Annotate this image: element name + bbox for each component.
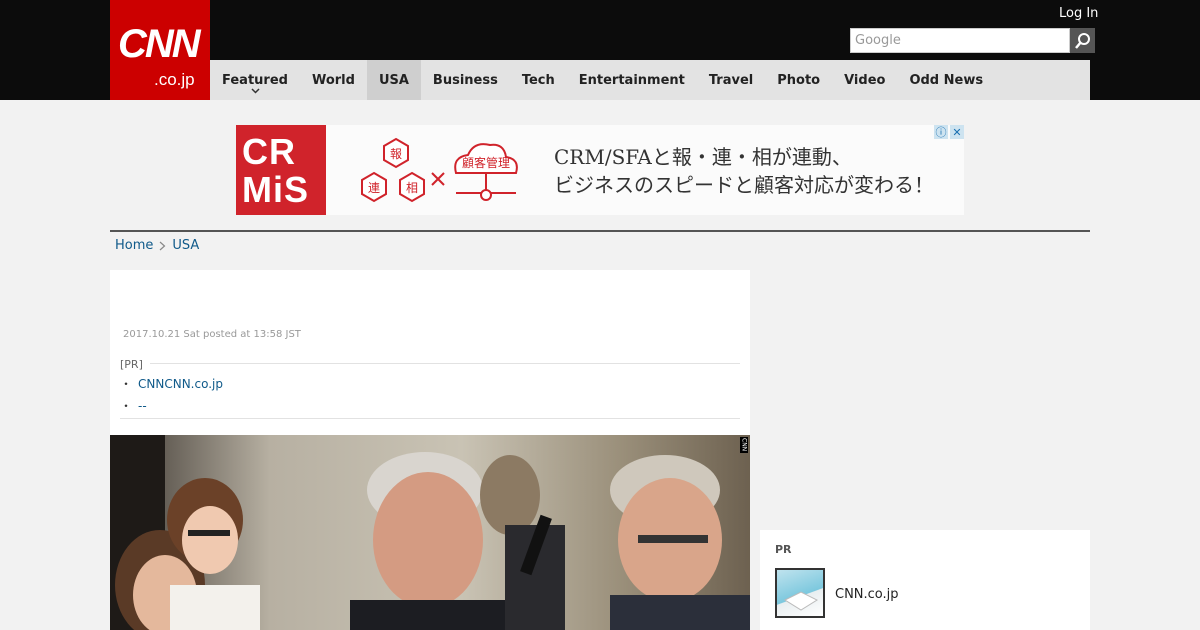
nav-item-usa[interactable]: USA [366, 60, 421, 100]
nav-label: USA [378, 72, 409, 88]
logo-sub-text: .co.jp [154, 70, 195, 89]
ad-copy: CRM/SFAと報・連・相が連動、 ビジネスのスピードと顧客対応が変わる！ [554, 143, 934, 199]
pr-item-link[interactable]: CNN.co.jp [835, 587, 899, 602]
ad-copy-line1: CRM/SFAと報・連・相が連動、 [554, 145, 852, 169]
nav-item-featured[interactable]: Featured [210, 60, 300, 100]
search-input[interactable] [850, 28, 1070, 53]
news-photo-image [110, 435, 750, 630]
breadcrumb-home[interactable]: Home [115, 238, 153, 253]
ad-brand-logo: CR MiS [236, 125, 326, 215]
sidebar-pr-title: PR [775, 543, 792, 556]
ad-logo-line1: CR [242, 131, 296, 172]
section-divider [110, 230, 1090, 232]
ad-badges: ⓘ ✕ [934, 125, 964, 139]
login-link[interactable]: Log In [1059, 6, 1098, 21]
nav-item-world[interactable]: World [300, 60, 367, 100]
pr-list-item: ・ -- [120, 397, 147, 414]
bullet: ・ [120, 399, 133, 413]
search-icon [1074, 32, 1090, 49]
article-header-card: 2017.10.21 Sat posted at 13:58 JST [PR] … [110, 270, 750, 436]
pr-link[interactable]: CNNCNN.co.jp [138, 377, 223, 391]
pr-link[interactable]: -- [138, 399, 147, 413]
nav-item-business[interactable]: Business [421, 60, 510, 100]
breadcrumb: Home USA [115, 238, 199, 253]
nav-label: Entertainment [578, 72, 685, 88]
nav-item-tech[interactable]: Tech [510, 60, 567, 100]
ad-banner[interactable]: CR MiS 報 連 相 顧客管理 CRM/SFAと報・連・相が連動、 ビジネス… [236, 125, 964, 215]
chevron-right-icon [159, 241, 166, 250]
ad-diagram-graphic: 報 連 相 顧客管理 [361, 137, 518, 203]
nav-item-travel[interactable]: Travel [697, 60, 765, 100]
chevron-down-icon [251, 88, 260, 94]
posted-timestamp: 2017.10.21 Sat posted at 13:58 JST [123, 329, 301, 340]
pr-divider-bottom [120, 418, 740, 419]
article-photo: CNN [110, 435, 750, 630]
search-button[interactable] [1070, 28, 1095, 53]
nav-item-entertainment[interactable]: Entertainment [567, 60, 697, 100]
pr-divider [150, 363, 740, 364]
pr-list-item: ・ CNNCNN.co.jp [120, 375, 223, 392]
nav-label: Photo [777, 72, 821, 88]
nav-label: Featured [222, 72, 288, 88]
bullet: ・ [120, 377, 133, 391]
envelope-icon [783, 591, 819, 611]
logo-main-text: CNN [118, 22, 201, 66]
pr-thumbnail[interactable] [775, 568, 825, 618]
nav-item-odd-news[interactable]: Odd News [897, 60, 995, 100]
nav-label: Video [844, 72, 886, 88]
sidebar-pr-box: PR CNN.co.jp [760, 530, 1090, 630]
ad-info-icon[interactable]: ⓘ [934, 125, 948, 139]
ad-close-icon[interactable]: ✕ [950, 125, 964, 139]
hex-label-so: 相 [406, 181, 418, 195]
cnn-watermark: CNN [740, 437, 748, 453]
nav-label: Odd News [909, 72, 984, 88]
cloud-label: 顧客管理 [462, 155, 510, 170]
nav-label: Travel [708, 72, 754, 88]
nav-item-photo[interactable]: Photo [765, 60, 832, 100]
cnn-logo[interactable]: CNN .co.jp [110, 0, 210, 100]
main-nav: Featured World USA Business Tech Enterta… [210, 60, 1090, 100]
nav-label: Business [432, 72, 498, 88]
ad-logo-line2: MiS [242, 169, 310, 210]
hex-label-ho: 報 [390, 147, 402, 161]
hex-label-ren: 連 [368, 181, 380, 195]
pr-label: [PR] [120, 358, 143, 371]
nav-item-video[interactable]: Video [832, 60, 897, 100]
nav-label: Tech [521, 72, 555, 88]
breadcrumb-usa[interactable]: USA [172, 238, 199, 253]
nav-label: World [311, 72, 355, 88]
ad-copy-line2: ビジネスのスピードと顧客対応が変わる！ [554, 173, 934, 197]
